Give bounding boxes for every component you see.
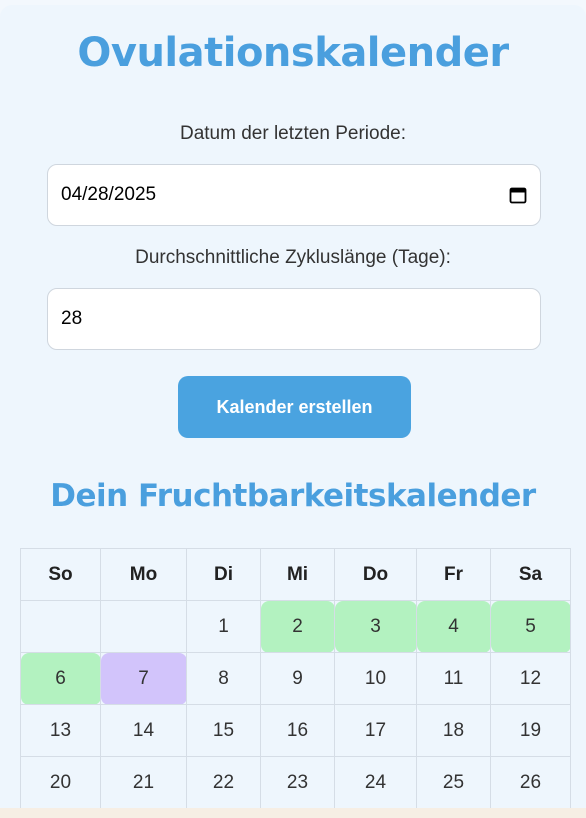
calendar-day-cell: 16 <box>260 704 335 757</box>
cycle-length-label: Durchschnittliche Zykluslänge (Tage): <box>135 247 451 268</box>
calendar-week-row: 1 2 3 4 5 <box>20 600 571 653</box>
calendar-day-cell: 19 <box>490 704 571 757</box>
last-period-date-input[interactable]: 04/28/2025 <box>47 164 541 226</box>
calendar-day-cell: 22 <box>186 756 261 809</box>
calendar-day-cell: 23 <box>260 756 335 809</box>
calendar-day-cell <box>20 600 101 653</box>
weekday-header: Di <box>186 548 261 601</box>
calendar-day-cell: 7 <box>100 652 187 705</box>
cycle-length-input[interactable]: 28 <box>47 288 541 350</box>
calendar-day-cell: 11 <box>416 652 491 705</box>
calendar-day-cell: 1 <box>186 600 261 653</box>
calendar-day-cell: 5 <box>490 600 571 653</box>
calendar-day-cell: 6 <box>20 652 101 705</box>
cycle-length-value: 28 <box>61 308 83 329</box>
calendar-week-row: 6 7 8 9 10 11 12 <box>20 652 571 705</box>
calendar-day-cell: 13 <box>20 704 101 757</box>
calendar-week-row: 13 14 15 16 17 18 19 <box>20 704 571 757</box>
weekday-header: So <box>20 548 101 601</box>
calendar-day-cell: 14 <box>100 704 187 757</box>
calendar-day-cell: 18 <box>416 704 491 757</box>
weekday-header: Fr <box>416 548 491 601</box>
calendar-day-cell: 17 <box>334 704 417 757</box>
calendar-day-cell: 20 <box>20 756 101 809</box>
calendar-day-cell: 9 <box>260 652 335 705</box>
calendar-day-cell <box>100 600 187 653</box>
calendar-day-cell: 21 <box>100 756 187 809</box>
date-value: 04/28/2025 <box>61 184 157 205</box>
calendar-day-cell: 24 <box>334 756 417 809</box>
calendar-day-cell: 2 <box>260 600 335 653</box>
create-calendar-button[interactable]: Kalender erstellen <box>178 376 411 438</box>
weekday-header: Mo <box>100 548 187 601</box>
fertility-calendar: So Mo Di Mi Do Fr Sa 1 2 3 4 5 6 7 8 9 1… <box>20 548 571 809</box>
weekday-header: Do <box>334 548 417 601</box>
calendar-day-cell: 8 <box>186 652 261 705</box>
calendar-day-cell: 15 <box>186 704 261 757</box>
calendar-day-cell: 3 <box>334 600 417 653</box>
weekday-header: Mi <box>260 548 335 601</box>
calendar-day-cell: 12 <box>490 652 571 705</box>
calendar-week-row: 20 21 22 23 24 25 26 <box>20 756 571 809</box>
calendar-day-cell: 10 <box>334 652 417 705</box>
date-label: Datum der letzten Periode: <box>179 123 406 144</box>
calendar-day-cell: 4 <box>416 600 491 653</box>
calendar-icon[interactable] <box>509 186 527 204</box>
weekday-header: Sa <box>490 548 571 601</box>
calendar-day-cell: 26 <box>490 756 571 809</box>
calendar-day-cell: 25 <box>416 756 491 809</box>
calendar-heading: Dein Fruchtbarkeitskalender <box>50 478 536 514</box>
bottom-bar <box>0 808 586 818</box>
weekday-header-row: So Mo Di Mi Do Fr Sa <box>20 548 571 601</box>
page-title: Ovulationskalender <box>77 30 509 76</box>
